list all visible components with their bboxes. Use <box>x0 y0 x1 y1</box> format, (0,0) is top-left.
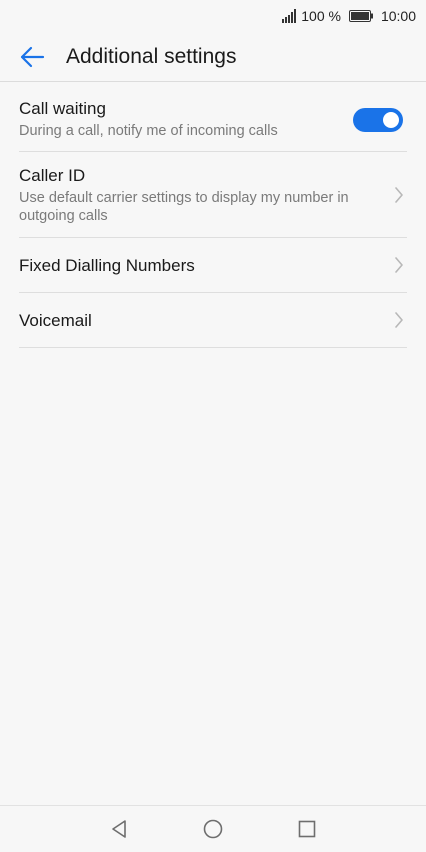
navigation-bar <box>0 805 426 852</box>
screen: 100 % 10:00 Additional settings Call wai… <box>0 0 426 852</box>
battery-icon <box>348 10 373 22</box>
back-triangle-icon <box>112 820 126 838</box>
status-indicators: 100 % 10:00 <box>282 6 416 26</box>
chevron-right-icon <box>395 257 403 273</box>
page-title: Additional settings <box>66 45 237 68</box>
signal-icon <box>282 9 297 23</box>
recents-square-icon <box>298 820 316 838</box>
nav-recents-button[interactable] <box>294 816 320 842</box>
toggle-knob <box>383 112 399 128</box>
setting-subtitle: During a call, notify me of incoming cal… <box>19 123 278 139</box>
back-button[interactable] <box>14 42 50 72</box>
battery-percent: 100 % <box>301 8 341 24</box>
arrow-left-icon <box>20 46 45 68</box>
home-circle-icon <box>203 819 223 839</box>
setting-title: Fixed Dialling Numbers <box>19 256 195 275</box>
setting-title: Caller ID <box>19 166 86 185</box>
status-time: 10:00 <box>380 8 416 24</box>
setting-title: Voicemail <box>19 311 92 330</box>
status-bar: 100 % 10:00 <box>0 0 426 32</box>
setting-caller-id[interactable]: Caller ID Use default carrier settings t… <box>19 152 407 238</box>
chevron-right-icon <box>395 312 403 328</box>
nav-back-button[interactable] <box>106 816 132 842</box>
app-bar: Additional settings <box>0 32 426 82</box>
call-waiting-toggle[interactable] <box>353 108 403 132</box>
chevron-right-icon <box>395 187 403 203</box>
settings-list: Call waiting During a call, notify me of… <box>19 82 407 348</box>
setting-call-waiting[interactable]: Call waiting During a call, notify me of… <box>19 82 407 152</box>
setting-voicemail[interactable]: Voicemail <box>19 293 407 348</box>
setting-subtitle: Use default carrier settings to display … <box>19 190 349 224</box>
setting-fixed-dialling-numbers[interactable]: Fixed Dialling Numbers <box>19 238 407 293</box>
nav-home-button[interactable] <box>200 816 226 842</box>
setting-title: Call waiting <box>19 99 106 118</box>
